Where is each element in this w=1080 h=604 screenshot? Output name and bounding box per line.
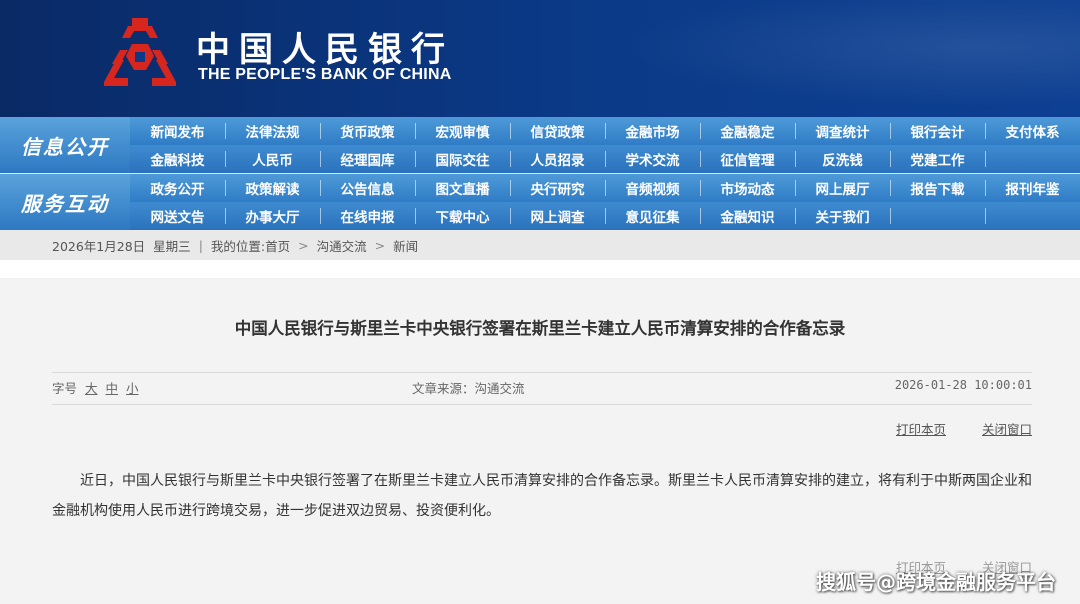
nav-item[interactable]: 报告下载 (890, 174, 985, 202)
nav-item[interactable]: 信贷政策 (510, 117, 605, 145)
nav-item[interactable]: 支付体系 (985, 117, 1080, 145)
nav-item[interactable]: 政务公开 (130, 174, 225, 202)
nav-item[interactable]: 金融稳定 (700, 117, 795, 145)
nav-item[interactable]: 宏观审慎 (415, 117, 510, 145)
article-datetime: 2026-01-28 10:00:01 (894, 378, 1032, 392)
font-size-medium-button[interactable]: 中 (106, 381, 119, 396)
nav-item[interactable]: 在线申报 (320, 202, 415, 230)
nav-row: 网送文告 办事大厅 在线申报 下载中心 网上调查 意见征集 金融知识 关于我们 (130, 202, 1080, 230)
nav-group-label: 服务互动 (0, 174, 130, 230)
nav-item[interactable]: 人员招录 (510, 145, 605, 173)
article-body: 近日，中国人民银行与斯里兰卡中央银行签署了在斯里兰卡建立人民币清算安排的合作备忘… (52, 473, 1032, 519)
nav-row: 新闻发布 法律法规 货币政策 宏观审慎 信贷政策 金融市场 金融稳定 调查统计 … (130, 117, 1080, 145)
nav-item[interactable]: 网送文告 (130, 202, 225, 230)
nav-item[interactable]: 音频视频 (605, 174, 700, 202)
nav-item[interactable]: 货币政策 (320, 117, 415, 145)
nav-item[interactable]: 金融科技 (130, 145, 225, 173)
nav-item[interactable]: 图文直播 (415, 174, 510, 202)
article-title: 中国人民银行与斯里兰卡中央银行签署在斯里兰卡建立人民币清算安排的合作备忘录 (234, 319, 846, 338)
nav-item-empty (890, 202, 985, 230)
article-tools-top: 打印本页 关闭窗口 (864, 419, 1032, 438)
nav-group-label: 信息公开 (0, 117, 130, 173)
breadcrumb-link-home[interactable]: 首页 (265, 236, 290, 255)
main-navigation: 信息公开 新闻发布 法律法规 货币政策 宏观审慎 信贷政策 金融市场 金融稳定 … (0, 117, 1080, 230)
bank-name-en: THE PEOPLE'S BANK OF CHINA (198, 66, 452, 83)
nav-row: 政务公开 政策解读 公告信息 图文直播 央行研究 音频视频 市场动态 网上展厅 … (130, 174, 1080, 202)
site-header: 中国人民银行 THE PEOPLE'S BANK OF CHINA (0, 0, 1080, 117)
nav-item[interactable]: 反洗钱 (795, 145, 890, 173)
nav-item[interactable]: 学术交流 (605, 145, 700, 173)
nav-item[interactable]: 公告信息 (320, 174, 415, 202)
nav-item[interactable]: 关于我们 (795, 202, 890, 230)
font-size-label: 字号 (52, 381, 78, 396)
nav-item[interactable]: 网上调查 (510, 202, 605, 230)
nav-item[interactable]: 征信管理 (700, 145, 795, 173)
current-weekday: 星期三 (153, 238, 191, 254)
breadcrumb-link-news[interactable]: 新闻 (393, 236, 418, 255)
divider (52, 404, 1032, 405)
print-page-link[interactable]: 打印本页 (896, 422, 946, 437)
bank-name-cn: 中国人民银行 (196, 30, 454, 70)
nav-item[interactable]: 报刊年鉴 (985, 174, 1080, 202)
current-date: 2026年1月28日 (52, 238, 146, 254)
nav-item[interactable]: 网上展厅 (795, 174, 890, 202)
header-glow (560, 0, 1080, 117)
nav-item-empty (985, 145, 1080, 173)
nav-group-info: 信息公开 新闻发布 法律法规 货币政策 宏观审慎 信贷政策 金融市场 金融稳定 … (0, 117, 1080, 173)
nav-item[interactable]: 下载中心 (415, 202, 510, 230)
font-size-small-button[interactable]: 小 (126, 381, 139, 396)
nav-item[interactable]: 国际交往 (415, 145, 510, 173)
font-size-large-button[interactable]: 大 (85, 381, 98, 396)
nav-item[interactable]: 调查统计 (795, 117, 890, 145)
nav-item[interactable]: 金融知识 (700, 202, 795, 230)
article-source: 文章来源：沟通交流 (412, 381, 525, 396)
nav-item[interactable]: 央行研究 (510, 174, 605, 202)
divider (52, 372, 1032, 373)
breadcrumb-arrow: > (374, 237, 386, 253)
nav-item[interactable]: 办事大厅 (225, 202, 320, 230)
nav-item[interactable]: 银行会计 (890, 117, 985, 145)
breadcrumb-link-communication[interactable]: 沟通交流 (317, 236, 367, 255)
nav-item-empty (985, 202, 1080, 230)
article-meta: 字号 大 中 小 文章来源：沟通交流 2026-01-28 10:00:01 (52, 378, 1032, 398)
nav-item[interactable]: 金融市场 (605, 117, 700, 145)
close-window-link[interactable]: 关闭窗口 (982, 422, 1032, 437)
pboc-logo-icon[interactable] (98, 16, 182, 92)
nav-item[interactable]: 意见征集 (605, 202, 700, 230)
breadcrumb: 2026年1月28日 星期三 | 我的位置: 首页 > 沟通交流 > 新闻 (0, 230, 1080, 260)
nav-item[interactable]: 新闻发布 (130, 117, 225, 145)
nav-row: 金融科技 人民币 经理国库 国际交往 人员招录 学术交流 征信管理 反洗钱 党建… (130, 145, 1080, 173)
breadcrumb-arrow: > (298, 237, 309, 253)
nav-item[interactable]: 政策解读 (225, 174, 320, 202)
font-size-controls: 字号 大 中 小 (52, 378, 139, 397)
watermark: 搜狐号@跨境金融服务平台 (816, 570, 1056, 594)
nav-item[interactable]: 经理国库 (320, 145, 415, 173)
location-label: 我的位置: (210, 238, 266, 254)
breadcrumb-gap (0, 260, 1080, 278)
nav-item[interactable]: 人民币 (225, 145, 320, 173)
breadcrumb-separator: | (198, 237, 203, 253)
nav-group-service: 服务互动 政务公开 政策解读 公告信息 图文直播 央行研究 音频视频 市场动态 … (0, 174, 1080, 230)
nav-item[interactable]: 市场动态 (700, 174, 795, 202)
nav-item[interactable]: 党建工作 (890, 145, 985, 173)
nav-item[interactable]: 法律法规 (225, 117, 320, 145)
